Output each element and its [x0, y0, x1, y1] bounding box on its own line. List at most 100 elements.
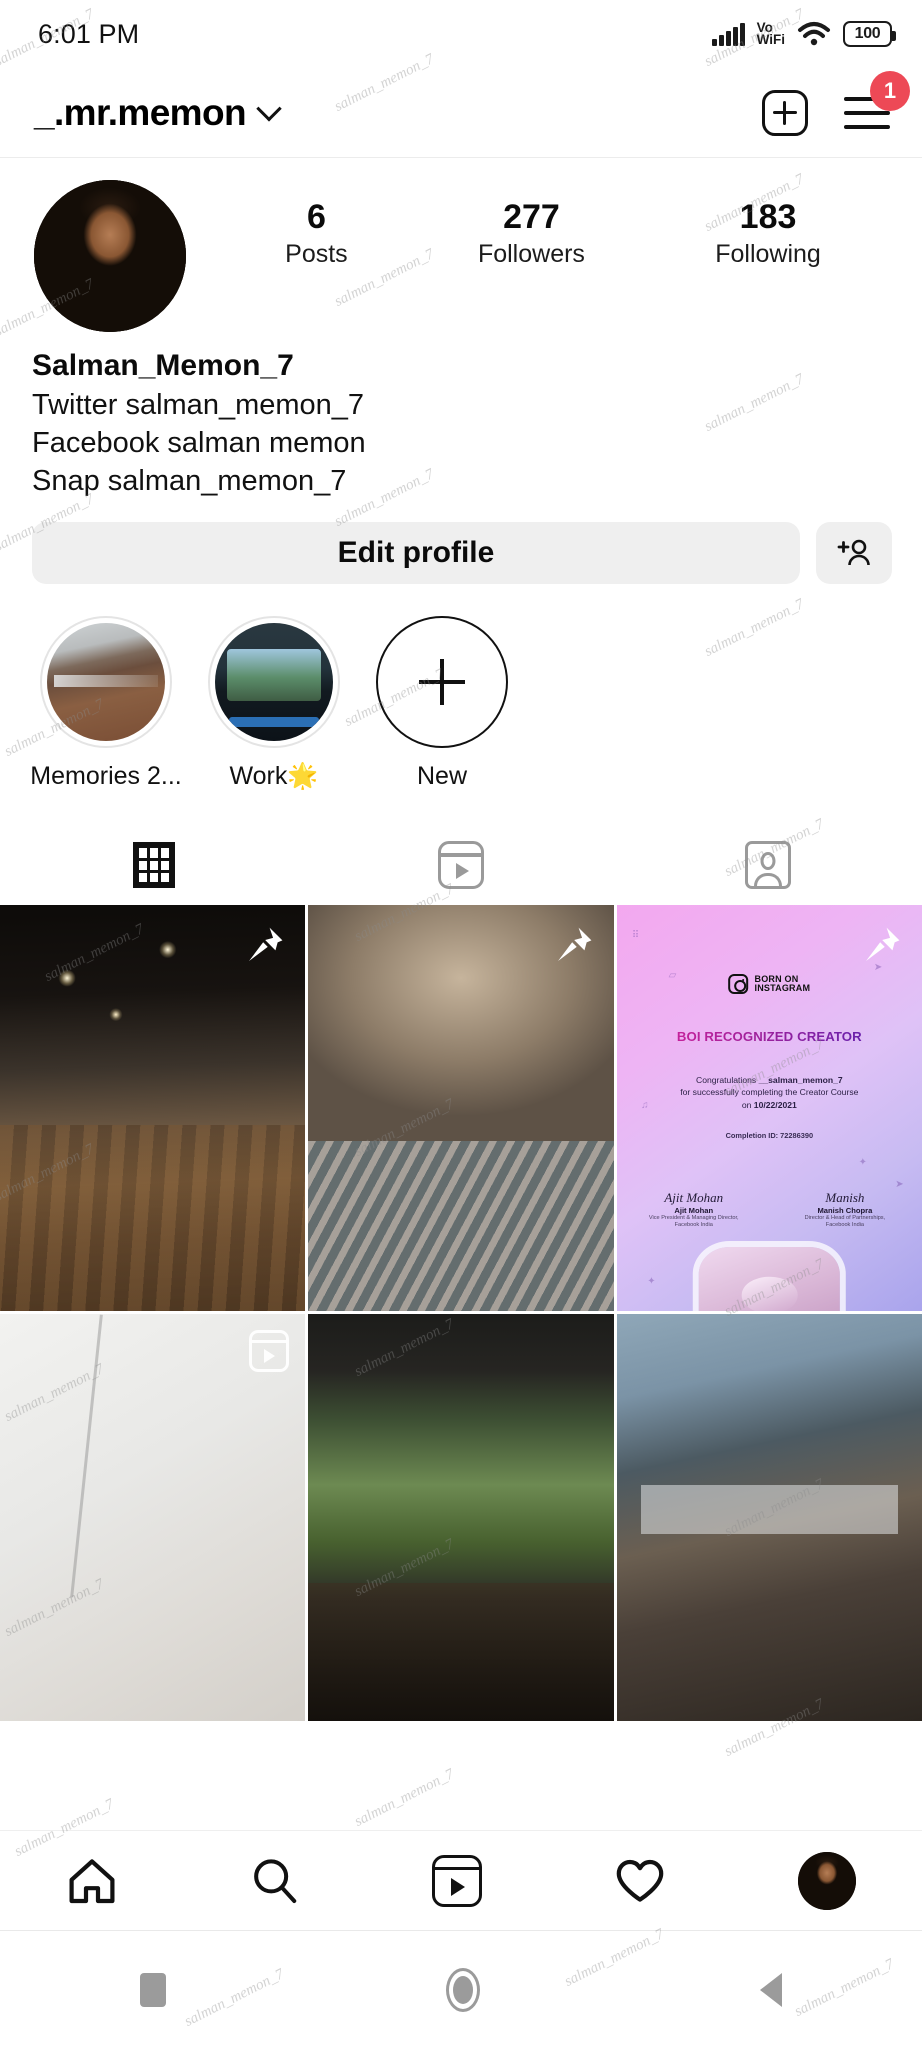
- nav-activity[interactable]: [614, 1857, 666, 1905]
- highlight-label: Work🌟: [229, 762, 319, 791]
- profile-header: 6 Posts 277 Followers 183 Following: [0, 158, 922, 332]
- menu-badge: 1: [870, 70, 910, 111]
- followers-label: Followers: [477, 240, 585, 269]
- avatar[interactable]: [34, 180, 186, 332]
- chat-icon: ▱: [668, 970, 677, 982]
- nav-home[interactable]: [66, 1857, 118, 1905]
- pin-icon: [249, 927, 283, 962]
- tab-reels[interactable]: [307, 825, 614, 905]
- dots-decoration: ⠿: [631, 929, 640, 941]
- vowifi-line2: WiFi: [756, 32, 785, 47]
- wifi-icon: [798, 22, 830, 46]
- send-icon: ➤: [895, 1178, 904, 1190]
- nav-profile[interactable]: [798, 1851, 856, 1910]
- signature-mark: Manish: [825, 1189, 865, 1205]
- signatory-role-1: Vice President & Managing Director,: [648, 1214, 739, 1221]
- bio-line-1: Twitter salman_memon_7: [32, 388, 365, 421]
- post-cell[interactable]: [308, 1314, 614, 1721]
- app-bar-actions: 1: [762, 70, 910, 136]
- highlight-ring: [208, 616, 340, 749]
- story-highlights: Memories 2... Work🌟 New: [0, 584, 922, 791]
- signatory-role-1: Director & Head of Partnerships,: [804, 1214, 886, 1221]
- posts-count: 6: [306, 198, 326, 236]
- camera-3d-graphic: [699, 1246, 840, 1312]
- profile-username: _.mr.memon: [34, 91, 247, 133]
- avatar-icon: [798, 1851, 856, 1910]
- signature-mark: Ajit Mohan: [664, 1189, 724, 1205]
- nav-search[interactable]: [250, 1856, 300, 1906]
- following-count: 183: [739, 198, 797, 236]
- pin-icon: [557, 927, 592, 962]
- vowifi-icon: Vo WiFi: [756, 21, 785, 47]
- profile-bio: Salman_Memon_7 Twitter salman_memon_7 Fa…: [0, 332, 922, 500]
- stat-posts[interactable]: 6 Posts: [285, 198, 348, 269]
- signatory: Manish Manish Chopra Director & Head of …: [783, 1190, 907, 1229]
- tagged-icon: [745, 841, 792, 890]
- bottom-navigation: [0, 1830, 922, 1930]
- signatory: Ajit Mohan Ajit Mohan Vice President & M…: [632, 1190, 756, 1229]
- post-cell[interactable]: [0, 905, 306, 1312]
- chevron-down-icon: [256, 95, 282, 121]
- brand-text: BORN ON INSTAGRAM: [754, 973, 811, 994]
- sparkle-icon: ✦: [647, 1276, 656, 1288]
- bio-line-3: Snap salman_memon_7: [32, 465, 347, 498]
- post-cell[interactable]: [616, 1314, 922, 1721]
- signal-bars-icon: [712, 22, 745, 46]
- highlight-item[interactable]: Work🌟: [196, 616, 352, 791]
- edit-profile-button[interactable]: Edit profile: [32, 522, 800, 585]
- reels-icon: [437, 841, 484, 890]
- certificate-body: Congratulations __salman_memon_7 for suc…: [680, 1074, 859, 1110]
- tab-grid[interactable]: [0, 825, 307, 905]
- instagram-icon: [728, 974, 749, 995]
- nav-reels[interactable]: [432, 1854, 482, 1907]
- born-on-instagram-logo: BORN ON INSTAGRAM: [728, 973, 811, 995]
- followers-count: 277: [503, 198, 560, 236]
- heart-icon: [616, 1859, 664, 1902]
- highlight-cover: [215, 623, 333, 742]
- completion-id: Completion ID: 72286390: [725, 1130, 814, 1140]
- battery-level: 100: [854, 25, 881, 42]
- recents-button[interactable]: [140, 1972, 166, 2007]
- stat-following[interactable]: 183 Following: [715, 198, 821, 269]
- status-bar: 6:01 PM Vo WiFi 100: [0, 0, 922, 68]
- grid-icon: [132, 842, 175, 889]
- status-time: 6:01 PM: [38, 18, 140, 49]
- app-bar: _.mr.memon 1: [0, 68, 922, 158]
- highlight-label: Memories 2...: [30, 762, 182, 791]
- home-icon: [69, 1858, 115, 1903]
- phone-screen: 6:01 PM Vo WiFi 100 _.mr.memon 1 6 Posts…: [0, 0, 922, 2048]
- profile-stats: 6 Posts 277 Followers 183 Following: [186, 180, 892, 269]
- certificate-signatures: Ajit Mohan Ajit Mohan Vice President & M…: [617, 1190, 922, 1229]
- battery-icon: 100: [843, 21, 896, 47]
- tab-tagged[interactable]: [615, 825, 922, 905]
- post-cell[interactable]: [0, 1314, 306, 1721]
- post-cell[interactable]: ⠿ ▱ ➤ ♫ ✦ ✦ ➤ BORN ON INSTAGRAM BOI RECO…: [616, 905, 922, 1312]
- pin-icon: [866, 927, 900, 962]
- back-button[interactable]: [760, 1972, 782, 2007]
- account-switcher[interactable]: _.mr.memon: [34, 92, 762, 134]
- display-name: Salman_Memon_7: [32, 349, 294, 382]
- bio-line-2: Facebook salman memon: [32, 426, 366, 459]
- home-button[interactable]: [446, 1967, 480, 2012]
- highlight-ring: [40, 616, 172, 749]
- system-navigation-bar: [0, 1930, 922, 2048]
- following-label: Following: [715, 240, 821, 269]
- highlight-label: New: [416, 762, 467, 791]
- sparkle-icon: ✦: [858, 1157, 868, 1169]
- add-person-button[interactable]: [816, 522, 892, 585]
- plus-icon: [376, 616, 508, 749]
- stat-followers[interactable]: 277 Followers: [478, 198, 585, 269]
- profile-tabs: [0, 825, 922, 905]
- signatory-role-2: Facebook India: [825, 1221, 865, 1228]
- watermark-text: salman_memon_7: [352, 1766, 457, 1830]
- signatory-name: Ajit Mohan: [674, 1205, 714, 1215]
- profile-actions: Edit profile: [0, 500, 922, 585]
- new-highlight-item[interactable]: New: [364, 616, 520, 791]
- search-icon: [254, 1858, 297, 1903]
- highlight-item[interactable]: Memories 2...: [28, 616, 184, 791]
- new-post-icon[interactable]: [762, 89, 808, 136]
- post-cell[interactable]: [308, 905, 614, 1312]
- hamburger-menu-icon[interactable]: 1: [844, 70, 910, 133]
- signatory-name: Manish Chopra: [817, 1205, 873, 1215]
- posts-label: Posts: [285, 240, 348, 269]
